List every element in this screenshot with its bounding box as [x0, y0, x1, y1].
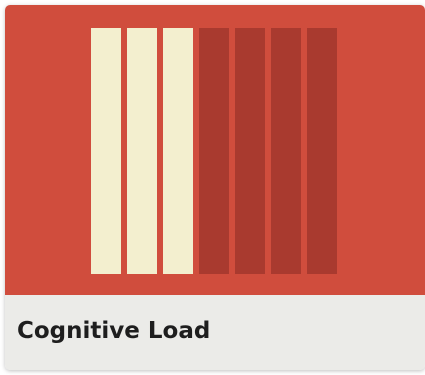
card-title: Cognitive Load — [17, 318, 211, 344]
card-image — [5, 5, 425, 295]
load-meter-icon — [91, 28, 337, 274]
cognitive-load-card[interactable]: Cognitive Load — [5, 5, 425, 370]
meter-segment-empty — [271, 28, 301, 274]
meter-segment-empty — [307, 28, 337, 274]
meter-segment-filled — [163, 28, 193, 274]
meter-segment-filled — [127, 28, 157, 274]
meter-segment-filled — [91, 28, 121, 274]
meter-segment-empty — [199, 28, 229, 274]
card-footer: Cognitive Load — [5, 295, 425, 370]
meter-segment-empty — [235, 28, 265, 274]
